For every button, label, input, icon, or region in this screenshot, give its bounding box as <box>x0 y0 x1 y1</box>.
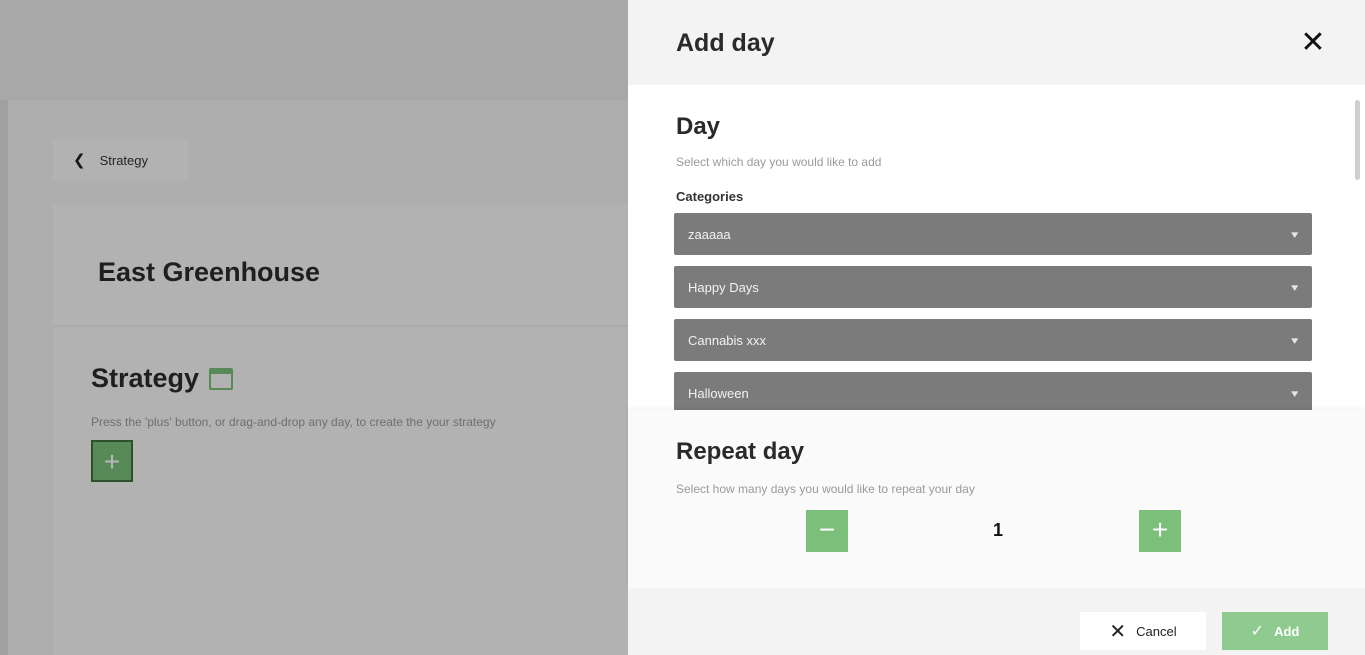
day-title: Day <box>676 113 721 140</box>
chevron-down-icon: ▾ <box>1291 228 1299 241</box>
category-label: Happy Days <box>688 279 759 295</box>
day-subtitle: Select which day you would like to add <box>676 155 882 169</box>
decrement-button[interactable]: − <box>806 510 848 552</box>
cancel-button[interactable]: ✕ Cancel <box>1080 612 1206 650</box>
add-day-drawer: Add day ✕ Day Select which day you would… <box>628 0 1365 655</box>
chevron-down-icon: ▾ <box>1291 387 1299 400</box>
repeat-count: 1 <box>992 520 1003 540</box>
category-item-cannabis[interactable]: Cannabis xxx ▾ <box>674 319 1312 361</box>
close-icon: ✕ <box>1109 620 1127 643</box>
check-icon: ✓ <box>1250 623 1265 640</box>
chevron-down-icon: ▾ <box>1291 334 1299 347</box>
repeat-subtitle: Select how many days you would like to r… <box>676 482 975 496</box>
category-label: Cannabis xxx <box>688 332 767 348</box>
category-item-zaaaaa[interactable]: zaaaaa ▾ <box>674 213 1312 255</box>
drawer-title: Add day <box>676 29 775 57</box>
categories-label: Categories <box>676 189 744 204</box>
drawer-footer: ✕ Cancel ✓ Add <box>628 588 1365 655</box>
category-item-happy-days[interactable]: Happy Days ▾ <box>674 266 1312 308</box>
scrollbar-thumb[interactable] <box>1355 100 1360 180</box>
add-button[interactable]: ✓ Add <box>1222 612 1328 650</box>
modal-overlay[interactable] <box>0 0 628 655</box>
category-item-halloween[interactable]: Halloween ▾ <box>674 372 1312 410</box>
cancel-label: Cancel <box>1136 623 1177 639</box>
drawer-header: Add day ✕ <box>628 0 1365 85</box>
add-label: Add <box>1274 623 1300 639</box>
chevron-down-icon: ▾ <box>1291 281 1299 294</box>
close-icon[interactable]: ✕ <box>1298 28 1328 58</box>
repeat-title: Repeat day <box>676 438 805 465</box>
category-list: zaaaaa ▾ Happy Days ▾ Cannabis xxx ▾ Hal… <box>674 213 1312 410</box>
category-label: Halloween <box>688 385 749 401</box>
day-section: Day Select which day you would like to a… <box>628 85 1365 410</box>
increment-button[interactable]: + <box>1139 510 1181 552</box>
category-label: zaaaaa <box>688 226 731 242</box>
repeat-section: Repeat day Select how many days you woul… <box>628 410 1365 588</box>
